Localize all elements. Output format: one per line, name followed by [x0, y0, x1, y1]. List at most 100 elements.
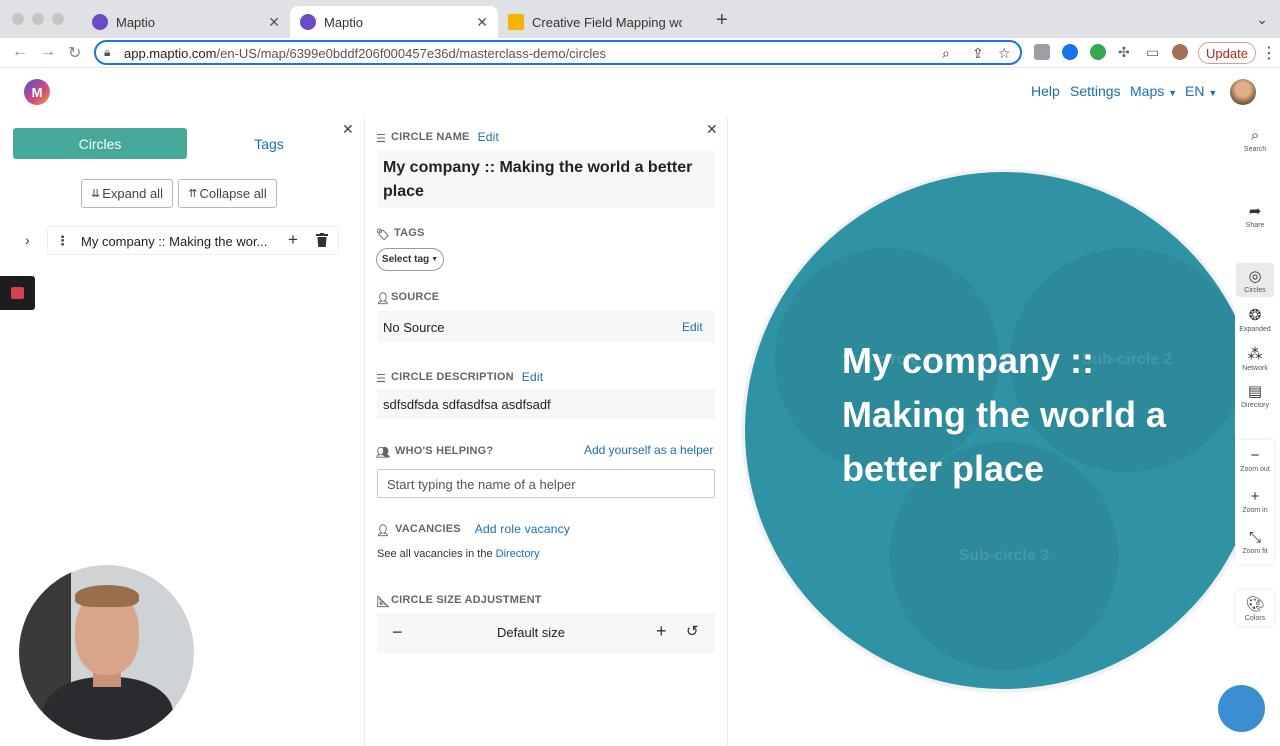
webcam-video [19, 565, 194, 740]
language-dropdown[interactable]: EN ▼ [1185, 83, 1217, 99]
sidebar-icon[interactable]: ▭ [1146, 44, 1159, 61]
recording-widget[interactable] [0, 276, 35, 310]
caret-down-icon: ▼ [431, 256, 439, 263]
directory-view-tool[interactable]: ▤ Directory [1236, 384, 1274, 414]
share-icon[interactable]: ⇪ [972, 45, 984, 62]
reload-icon[interactable]: ↻ [68, 43, 81, 63]
network-icon: ⁂ [1247, 346, 1263, 363]
new-tab-icon[interactable]: + [716, 9, 728, 32]
colors-control: 🎨︎ Colors [1236, 590, 1274, 626]
user-avatar[interactable] [1230, 79, 1256, 105]
tab-title: Creative Field Mapping worksh [532, 14, 682, 30]
browser-tab-bar: Maptio ✕ Maptio ✕ Creative Field Mapping… [0, 0, 1280, 38]
close-icon[interactable]: ✕ [342, 121, 354, 138]
help-link[interactable]: Help [1031, 83, 1060, 99]
tree-item-label[interactable]: My company :: Making the wor... [81, 234, 267, 249]
colors-tool[interactable]: 🎨︎ Colors [1236, 597, 1274, 622]
tags-icon: 🏷︎ [376, 228, 391, 241]
zoom-fit-tool[interactable]: ⤡ Zoom fit [1236, 530, 1274, 555]
collapse-all-button[interactable]: ⇈ Collapse all [178, 179, 277, 208]
circles-view-tool[interactable]: ◎ Circles [1236, 263, 1274, 297]
forward-arrow-icon[interactable]: → [40, 43, 56, 61]
edit-source-link[interactable]: Edit [682, 320, 703, 334]
chat-support-button[interactable] [1218, 685, 1265, 732]
trash-icon[interactable] [316, 233, 328, 247]
expand-all-button[interactable]: ⇊ Expand all [81, 179, 173, 208]
url-text: app.maptio.com/en-US/map/6399e0bddf206f0… [124, 46, 607, 61]
search-icon: ⌕ [1250, 127, 1260, 144]
tree-item[interactable]: ⋮ My company :: Making the wor... + [47, 226, 339, 255]
vacancies-note: See all vacancies in the Directory [377, 548, 540, 560]
window-minimize-button[interactable] [32, 13, 44, 25]
collapse-icon: ⇈ [188, 188, 198, 200]
select-tag-dropdown[interactable]: Select tag ▼ [376, 248, 444, 271]
zoom-in-tool[interactable]: + Zoom in [1236, 489, 1274, 514]
tab-close-icon[interactable]: ✕ [268, 14, 280, 31]
search-tool[interactable]: ⌕ Search [1236, 128, 1274, 158]
update-button[interactable]: Update [1198, 42, 1256, 64]
size-header: 📐︎ CIRCLE SIZE ADJUSTMENT [376, 594, 542, 608]
window-maximize-button[interactable] [52, 13, 64, 25]
grammarly-icon[interactable] [1090, 44, 1106, 60]
root-circle[interactable]: Sub-circle 1 Sub-circle 2 Sub-circle 3 M… [745, 172, 1235, 689]
chevron-right-icon[interactable]: › [25, 232, 30, 248]
zoom-search-icon[interactable]: ⌕ [942, 45, 950, 62]
slides-favicon-icon [508, 14, 524, 30]
browser-tab[interactable]: Maptio ✕ [82, 6, 290, 38]
extension-icon[interactable] [1062, 44, 1078, 60]
lock-icon: 🔒︎ [104, 45, 111, 59]
tab-close-icon[interactable]: ✕ [476, 14, 488, 31]
stop-record-icon[interactable] [11, 287, 24, 299]
helper-search-input[interactable]: Start typing the name of a helper [377, 469, 715, 498]
bookmark-star-icon[interactable]: ☆ [998, 45, 1011, 62]
directory-icon: ▤ [1247, 383, 1263, 400]
expand-icon: ⇊ [91, 188, 101, 200]
close-icon[interactable]: ✕ [706, 121, 718, 138]
window-close-button[interactable] [12, 13, 24, 25]
profile-avatar-icon[interactable] [1172, 44, 1188, 60]
description-value: sdfsdfsda sdfasdfsa asdfsadf [383, 397, 551, 412]
share-tool[interactable]: ➦ Share [1236, 204, 1274, 234]
add-child-icon[interactable]: + [288, 230, 298, 250]
tab-circles[interactable]: Circles [13, 128, 187, 159]
edit-name-link[interactable]: Edit [478, 130, 499, 144]
circle-map[interactable]: Sub-circle 1 Sub-circle 2 Sub-circle 3 M… [729, 116, 1235, 746]
tags-header: 🏷︎ TAGS [376, 227, 425, 241]
expanded-view-tool[interactable]: ❂ Expanded [1236, 308, 1274, 338]
directory-link[interactable]: Directory [496, 548, 540, 560]
circles-icon: ◎ [1248, 268, 1262, 285]
maps-dropdown[interactable]: Maps ▼ [1130, 83, 1177, 99]
add-vacancy-link[interactable]: Add role vacancy [475, 522, 570, 536]
back-arrow-icon[interactable]: ← [12, 43, 28, 61]
reset-icon[interactable]: ↺ [686, 622, 699, 640]
source-header: 👤︎ SOURCE [376, 291, 440, 305]
add-yourself-link[interactable]: Add yourself as a helper [584, 443, 713, 457]
browser-menu-icon[interactable]: ⋮ [1261, 43, 1277, 63]
minus-icon: − [1250, 447, 1260, 464]
extension-icon[interactable] [1034, 44, 1050, 60]
url-input[interactable]: 🔒︎ app.maptio.com/en-US/map/6399e0bddf20… [94, 40, 1022, 65]
settings-link[interactable]: Settings [1070, 83, 1121, 99]
tab-title: Maptio [116, 14, 156, 30]
root-circle-title: My company :: Making the world a better … [842, 340, 1167, 489]
zoom-out-tool[interactable]: − Zoom out [1236, 448, 1274, 473]
drag-handle-icon[interactable]: ⋮ [56, 233, 69, 249]
minus-icon[interactable]: − [392, 622, 403, 643]
chevron-down-icon[interactable]: ⌄ [1256, 11, 1268, 28]
maptio-logo[interactable]: M [24, 79, 50, 105]
plus-icon[interactable]: + [656, 621, 667, 642]
tab-title: Maptio [324, 14, 364, 30]
users-icon: 👥︎ [376, 446, 391, 459]
ruler-icon: 📐︎ [376, 595, 391, 608]
user-icon: 👤︎ [376, 292, 391, 305]
browser-tab[interactable]: Creative Field Mapping worksh [498, 6, 706, 38]
tab-tags[interactable]: Tags [190, 128, 348, 159]
size-value: Default size [497, 625, 565, 640]
network-view-tool[interactable]: ⁂ Network [1236, 347, 1274, 377]
edit-description-link[interactable]: Edit [522, 370, 543, 384]
browser-tab-active[interactable]: Maptio ✕ [290, 6, 498, 38]
source-box: No Source Edit [377, 311, 715, 343]
expanded-icon: ❂ [1248, 307, 1262, 324]
user-plus-icon: 👤︎ [376, 524, 391, 537]
puzzle-icon[interactable]: ✣ [1118, 44, 1130, 61]
